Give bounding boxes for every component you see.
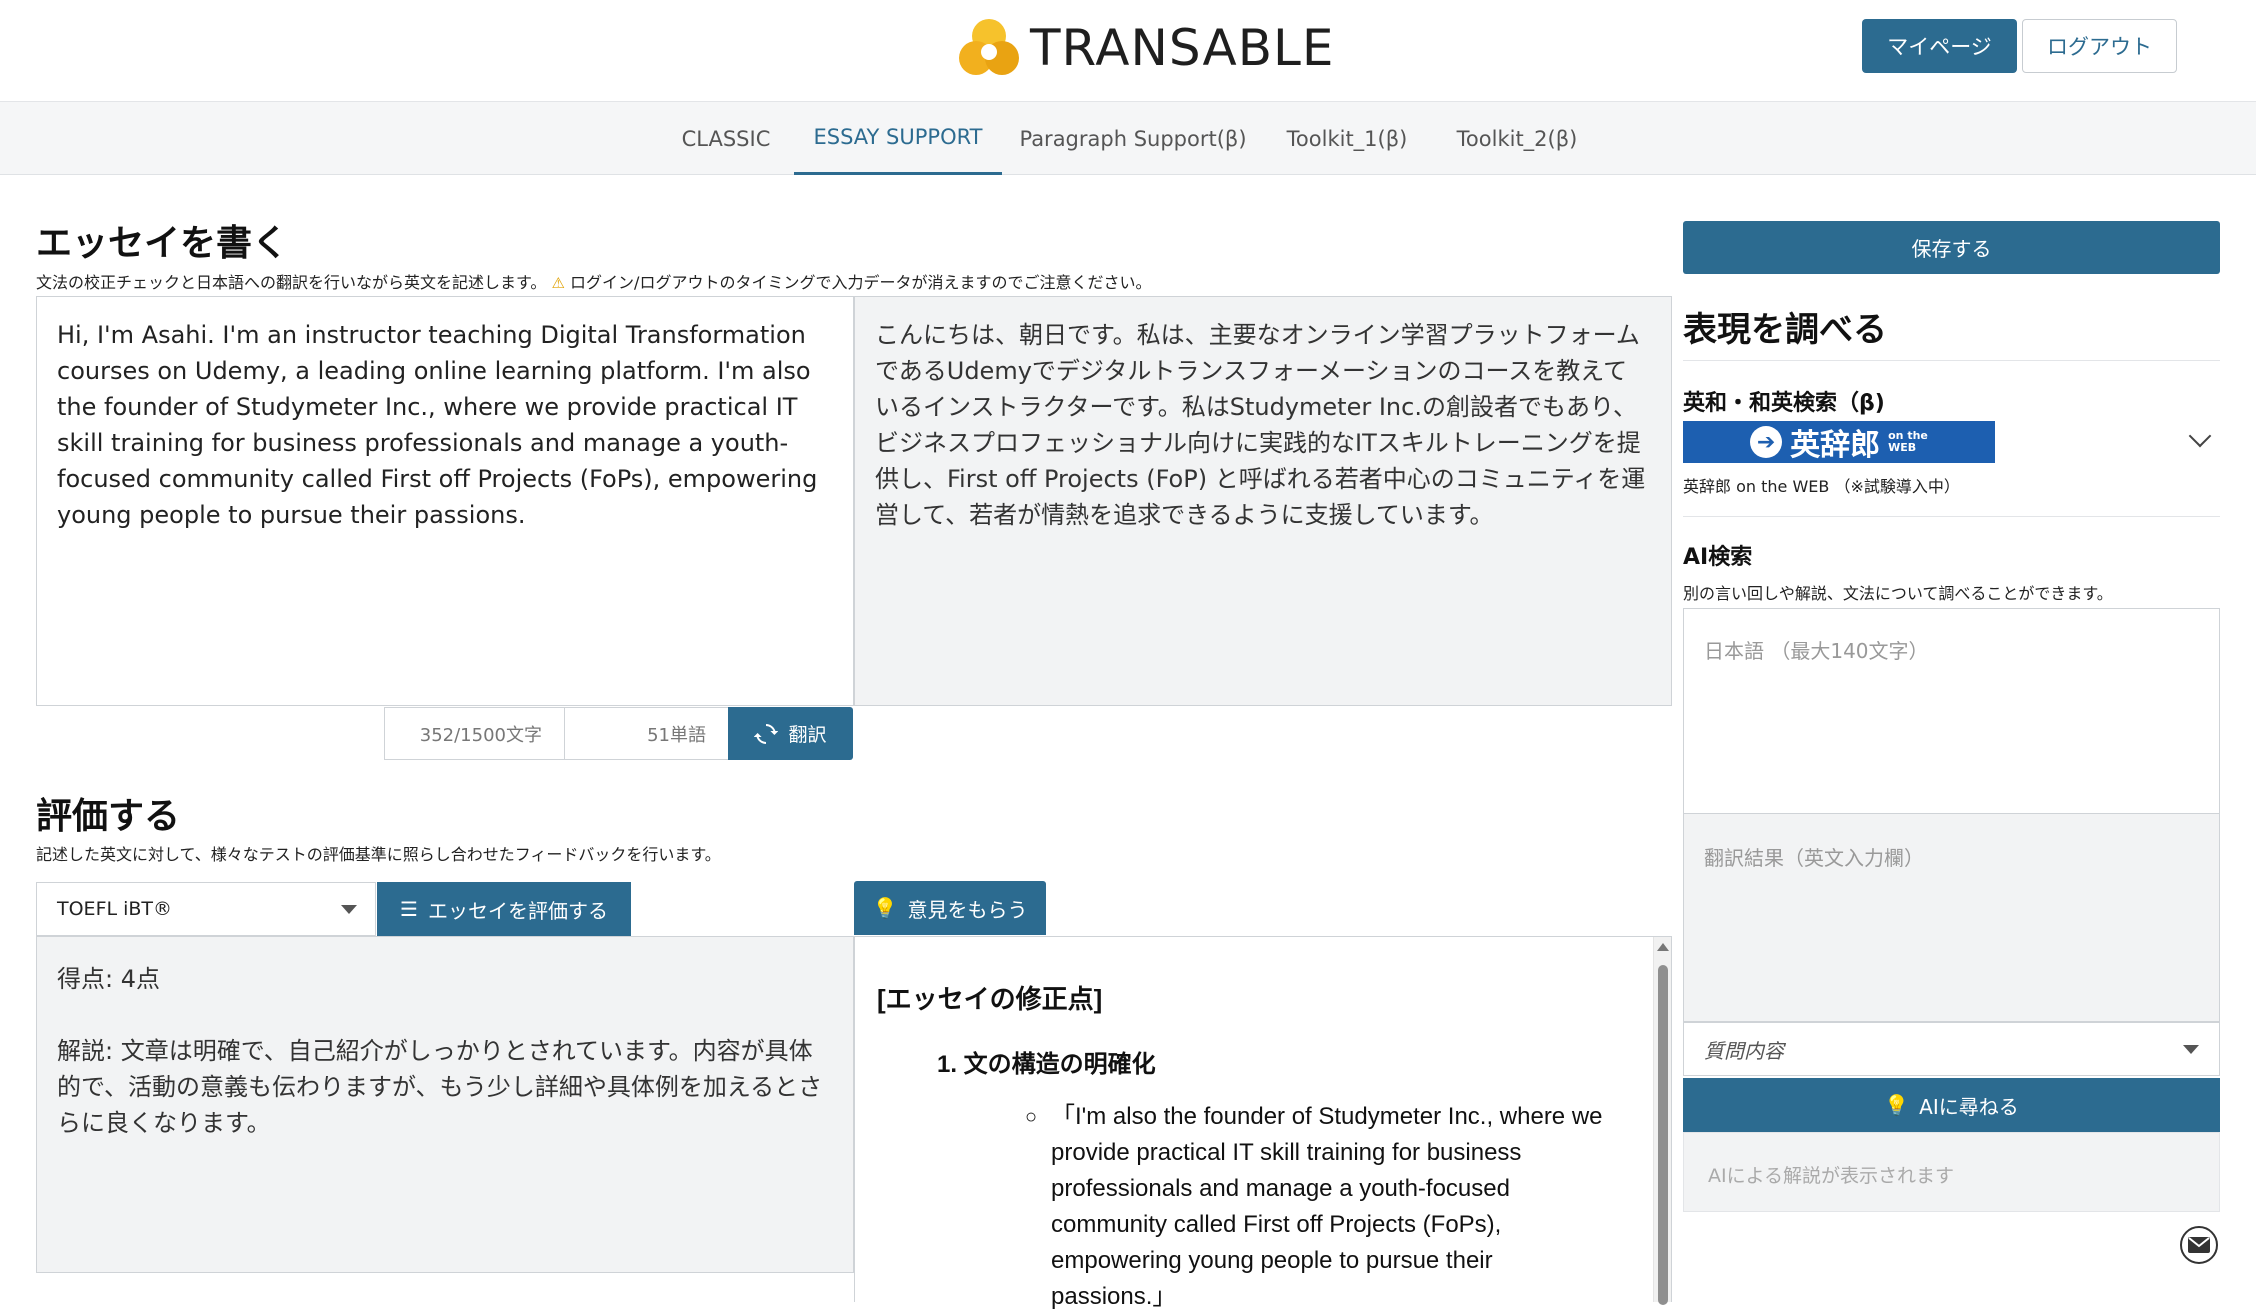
top-header: TRANSABLE マイページ ログアウト [0, 0, 2256, 102]
divider [1683, 360, 2220, 361]
feedback-quote-item: ○ 「I'm also the founder of Studymeter In… [877, 1099, 1649, 1315]
scroll-up-icon[interactable] [1657, 943, 1669, 951]
get-opinion-button[interactable]: 💡 意見をもらう [854, 881, 1046, 935]
mail-icon[interactable] [2180, 1226, 2218, 1264]
ai-title: AI検索 [1683, 545, 1753, 570]
write-title: エッセイを書く [36, 223, 289, 264]
brand-name: TRANSABLE [1030, 19, 1335, 77]
lightbulb-icon: 💡 [1884, 1093, 1910, 1117]
logo-icon [959, 19, 1019, 75]
eijiro-logo-small: on the WEB [1888, 430, 1928, 454]
refresh-icon [754, 723, 779, 744]
test-type-select[interactable]: TOEFL iBT® [36, 882, 376, 936]
translation-output: こんにちは、朝日です。私は、主要なオンライン学習プラットフォームであるUdemy… [854, 296, 1672, 706]
scroll-thumb[interactable] [1658, 965, 1668, 1305]
lookup-title: 表現を調べる [1683, 310, 1887, 350]
ai-answer-area: AIによる解説が表示されます [1683, 1132, 2220, 1212]
explanation-text: 解説: 文章は明確で、自己紹介がしっかりとされています。内容が具体的で、活動の意… [57, 1037, 823, 1137]
feedback-scrollbar[interactable] [1653, 937, 1671, 1305]
lightbulb-icon: 💡 [872, 896, 898, 920]
write-description: 文法の校正チェックと日本語への翻訳を行いながら英文を記述します。 ⚠ ログイン/… [36, 269, 1151, 293]
chevron-down-icon [2183, 1045, 2199, 1054]
checklist-icon: ☰ [400, 897, 418, 921]
dict-caption: 英辞郎 on the WEB （※試験導入中） [1683, 477, 1960, 496]
test-type-value: TOEFL iBT® [57, 898, 173, 920]
chevron-down-icon [341, 905, 357, 914]
dict-title: 英和・和英検索（β) [1683, 391, 1885, 416]
divider [1683, 516, 2220, 517]
ai-japanese-input[interactable]: 日本語 （最大140文字） [1683, 608, 2220, 814]
eijiro-mark-icon: ➔ [1750, 426, 1783, 458]
bullet-icon: ○ [1025, 1106, 1038, 1128]
feedback-quote: 「I'm also the founder of Studymeter Inc.… [1051, 1103, 1603, 1310]
tab-classic[interactable]: CLASSIC [668, 102, 784, 175]
feedback-heading: [エッセイの修正点] [877, 984, 1103, 1014]
warning-icon: ⚠ [551, 274, 565, 292]
tab-toolkit-1[interactable]: Toolkit_1(β) [1274, 102, 1420, 175]
feedback-item-title: 1. 文の構造の明確化 [937, 1051, 1156, 1078]
essay-input[interactable]: Hi, I'm Asahi. I'm an instructor teachin… [36, 296, 854, 706]
question-select[interactable]: 質問内容 [1683, 1022, 2220, 1076]
tab-essay-support[interactable]: ESSAY SUPPORT [794, 102, 1002, 175]
score-text: 得点: 4点 [57, 965, 160, 993]
chevron-down-icon[interactable] [2188, 424, 2212, 448]
mypage-button[interactable]: マイページ [1862, 19, 2017, 73]
eijiro-logo[interactable]: ➔ 英辞郎 on the WEB [1683, 421, 1995, 463]
word-count: 51単語 [564, 707, 729, 760]
tab-paragraph-support[interactable]: Paragraph Support(β) [1016, 102, 1250, 175]
ai-description: 別の言い回しや解説、文法について調べることができます。 [1683, 584, 2113, 603]
tab-toolkit-2[interactable]: Toolkit_2(β) [1444, 102, 1590, 175]
evaluate-title: 評価する [36, 796, 181, 837]
ask-ai-button[interactable]: 💡 AIに尋ねる [1683, 1078, 2220, 1132]
eijiro-logo-text: 英辞郎 [1790, 428, 1881, 463]
mode-tabs: CLASSIC ESSAY SUPPORT Paragraph Support(… [0, 102, 2256, 175]
envelope-icon [2188, 1237, 2210, 1253]
question-placeholder: 質問内容 [1704, 1038, 1784, 1063]
write-description-text: 文法の校正チェックと日本語への翻訳を行いながら英文を記述します。 [36, 273, 547, 292]
logout-button[interactable]: ログアウト [2022, 19, 2177, 73]
feedback-panel[interactable]: [エッセイの修正点] 1. 文の構造の明確化 ○ 「I'm also the f… [854, 936, 1672, 1310]
eijiro-logo-small-bottom: WEB [1888, 441, 1917, 454]
write-warning-text: ログイン/ログアウトのタイミングで入力データが消えますのでご注意ください。 [570, 273, 1152, 292]
ai-translation-output[interactable]: 翻訳結果（英文入力欄） [1683, 814, 2220, 1022]
save-button[interactable]: 保存する [1683, 221, 2220, 274]
evaluate-description: 記述した英文に対して、様々なテストの評価基準に照らし合わせたフィードバックを行い… [36, 845, 721, 864]
translate-label: 翻訳 [788, 724, 827, 746]
evaluate-label: エッセイを評価する [427, 898, 608, 923]
brand-logo[interactable]: TRANSABLE [956, 16, 1334, 80]
evaluation-result: 得点: 4点 解説: 文章は明確で、自己紹介がしっかりとされています。内容が具体… [36, 936, 854, 1273]
translate-button[interactable]: 翻訳 [728, 707, 853, 760]
ask-ai-label: AIに尋ねる [1919, 1094, 2019, 1119]
char-count: 352/1500文字 [384, 707, 565, 760]
opinion-label: 意見をもらう [907, 897, 1028, 922]
evaluate-essay-button[interactable]: ☰ エッセイを評価する [377, 882, 631, 936]
